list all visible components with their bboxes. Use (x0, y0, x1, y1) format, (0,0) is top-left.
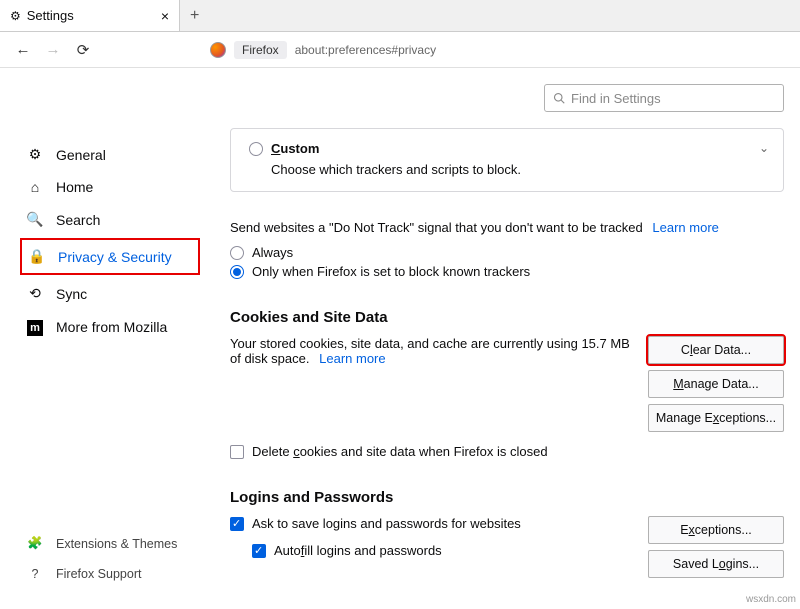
sidebar-item-label: Search (56, 212, 100, 228)
question-icon: ? (26, 567, 44, 581)
forward-button: → (40, 37, 66, 63)
sidebar-item-general[interactable]: ⚙ General (20, 138, 200, 171)
tab-title: Settings (27, 8, 74, 23)
checkbox-checked[interactable] (230, 517, 244, 531)
watermark: wsxdn.com (746, 594, 796, 605)
checkbox-checked[interactable] (252, 544, 266, 558)
logins-exceptions-button[interactable]: Exceptions... (648, 516, 784, 544)
sidebar-item-label: Home (56, 179, 93, 195)
manage-exceptions-button[interactable]: Manage Exceptions... (648, 404, 784, 432)
radio-unchecked[interactable] (230, 246, 244, 260)
dnt-text: Send websites a "Do Not Track" signal th… (230, 220, 784, 235)
custom-title: Custom (271, 141, 319, 156)
saved-logins-button[interactable]: Saved Logins... (648, 550, 784, 578)
gear-icon: ⚙ (10, 9, 21, 23)
search-input[interactable]: Find in Settings (544, 84, 784, 112)
sidebar-item-label: Privacy & Security (58, 249, 172, 265)
sidebar-item-label: General (56, 147, 106, 163)
cookies-text: Your stored cookies, site data, and cach… (230, 336, 630, 366)
gear-icon: ⚙ (26, 146, 44, 163)
checkbox-unchecked[interactable] (230, 445, 244, 459)
clear-data-button[interactable]: Clear Data... (648, 336, 784, 364)
dnt-only-option[interactable]: Only when Firefox is set to block known … (230, 264, 784, 279)
tab-settings[interactable]: ⚙ Settings × (0, 0, 180, 31)
custom-radio[interactable] (249, 142, 263, 156)
close-icon[interactable]: × (161, 8, 169, 24)
sidebar-item-support[interactable]: ? Firefox Support (20, 559, 200, 589)
sidebar-item-label: Sync (56, 286, 87, 302)
sync-icon: ⟲ (26, 285, 44, 302)
cookies-learn-more-link[interactable]: Learn more (319, 351, 385, 366)
back-button[interactable]: ← (10, 37, 36, 63)
delete-cookies-option[interactable]: Delete cookies and site data when Firefo… (230, 444, 784, 459)
search-icon (553, 92, 565, 104)
autofill-label: Autofill logins and passwords (274, 543, 442, 558)
chevron-down-icon[interactable]: ⌄ (759, 141, 769, 155)
sidebar-item-sync[interactable]: ⟲ Sync (20, 277, 200, 310)
sidebar-item-label: Firefox Support (56, 567, 141, 581)
dnt-always-label: Always (252, 245, 293, 260)
url-label: Firefox (234, 41, 287, 59)
logins-title: Logins and Passwords (230, 489, 784, 506)
autofill-option[interactable]: Autofill logins and passwords (252, 543, 630, 558)
search-icon: 🔍 (26, 211, 44, 228)
sidebar-item-label: Extensions & Themes (56, 537, 177, 551)
home-icon: ⌂ (26, 179, 44, 195)
custom-panel[interactable]: Custom Choose which trackers and scripts… (230, 128, 784, 192)
main-panel: Find in Settings Custom Choose which tra… (200, 68, 800, 609)
puzzle-icon: 🧩 (26, 536, 44, 551)
ask-save-label: Ask to save logins and passwords for web… (252, 516, 521, 531)
delete-cookies-label: Delete cookies and site data when Firefo… (252, 444, 548, 459)
dnt-learn-more-link[interactable]: Learn more (652, 220, 718, 235)
new-tab-button[interactable]: + (180, 0, 209, 31)
mozilla-icon: m (26, 318, 44, 336)
custom-desc: Choose which trackers and scripts to blo… (271, 162, 765, 177)
sidebar-item-search[interactable]: 🔍 Search (20, 203, 200, 236)
sidebar-item-privacy[interactable]: 🔒 Privacy & Security (22, 240, 198, 273)
lock-icon: 🔒 (28, 248, 46, 265)
sidebar-item-label: More from Mozilla (56, 319, 167, 335)
cookies-title: Cookies and Site Data (230, 309, 784, 326)
manage-data-button[interactable]: Manage Data... (648, 370, 784, 398)
firefox-icon (210, 42, 226, 58)
reload-button[interactable]: ⟳ (70, 37, 96, 63)
dnt-only-label: Only when Firefox is set to block known … (252, 264, 530, 279)
nav-bar: ← → ⟳ Firefox about:preferences#privacy (0, 32, 800, 68)
sidebar-item-extensions[interactable]: 🧩 Extensions & Themes (20, 528, 200, 559)
tab-strip: ⚙ Settings × + (0, 0, 800, 32)
sidebar-item-mozilla[interactable]: m More from Mozilla (20, 310, 200, 344)
search-placeholder: Find in Settings (571, 91, 661, 106)
sidebar-item-home[interactable]: ⌂ Home (20, 171, 200, 203)
sidebar: ⚙ General ⌂ Home 🔍 Search 🔒 Privacy & Se… (0, 68, 200, 609)
radio-checked[interactable] (230, 265, 244, 279)
url-path: about:preferences#privacy (295, 43, 436, 57)
ask-save-option[interactable]: Ask to save logins and passwords for web… (230, 516, 630, 531)
url-box[interactable]: Firefox about:preferences#privacy (210, 41, 436, 59)
dnt-always-option[interactable]: Always (230, 245, 784, 260)
